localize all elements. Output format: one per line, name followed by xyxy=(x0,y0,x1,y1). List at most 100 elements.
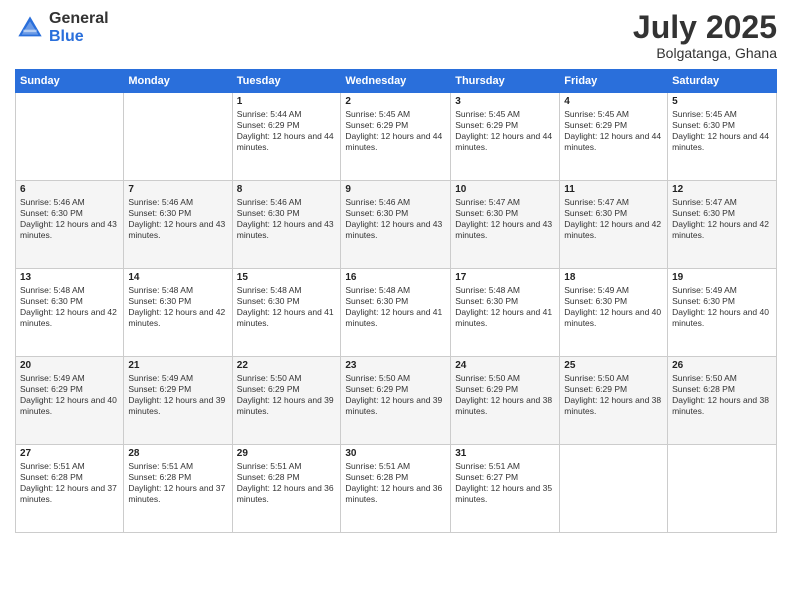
day-number: 7 xyxy=(128,184,227,195)
logo-general-text: General xyxy=(49,10,109,27)
calendar-cell: 18 Sunrise: 5:49 AMSunset: 6:30 PMDaylig… xyxy=(560,269,668,357)
calendar-cell: 13 Sunrise: 5:48 AMSunset: 6:30 PMDaylig… xyxy=(16,269,124,357)
cell-content: 15 Sunrise: 5:48 AMSunset: 6:30 PMDaylig… xyxy=(237,272,337,329)
calendar-cell: 4 Sunrise: 5:45 AMSunset: 6:29 PMDayligh… xyxy=(560,93,668,181)
calendar-cell: 21 Sunrise: 5:49 AMSunset: 6:29 PMDaylig… xyxy=(124,357,232,445)
day-number: 16 xyxy=(345,272,446,283)
cell-info: Sunrise: 5:48 AMSunset: 6:30 PMDaylight:… xyxy=(20,285,119,329)
cell-content: 20 Sunrise: 5:49 AMSunset: 6:29 PMDaylig… xyxy=(20,360,119,417)
cell-content: 5 Sunrise: 5:45 AMSunset: 6:30 PMDayligh… xyxy=(672,96,772,153)
day-number: 1 xyxy=(237,96,337,107)
title-block: July 2025 Bolgatanga, Ghana xyxy=(633,10,777,61)
cell-content: 18 Sunrise: 5:49 AMSunset: 6:30 PMDaylig… xyxy=(564,272,663,329)
day-number: 30 xyxy=(345,448,446,459)
logo: General Blue xyxy=(15,10,109,45)
cell-content: 11 Sunrise: 5:47 AMSunset: 6:30 PMDaylig… xyxy=(564,184,663,241)
day-number: 31 xyxy=(455,448,555,459)
weekday-row: SundayMondayTuesdayWednesdayThursdayFrid… xyxy=(16,70,777,93)
calendar-cell: 17 Sunrise: 5:48 AMSunset: 6:30 PMDaylig… xyxy=(451,269,560,357)
week-row-5: 27 Sunrise: 5:51 AMSunset: 6:28 PMDaylig… xyxy=(16,445,777,533)
header: General Blue July 2025 Bolgatanga, Ghana xyxy=(15,10,777,61)
cell-info: Sunrise: 5:45 AMSunset: 6:29 PMDaylight:… xyxy=(345,109,446,153)
cell-content: 8 Sunrise: 5:46 AMSunset: 6:30 PMDayligh… xyxy=(237,184,337,241)
calendar-cell: 27 Sunrise: 5:51 AMSunset: 6:28 PMDaylig… xyxy=(16,445,124,533)
cell-content: 16 Sunrise: 5:48 AMSunset: 6:30 PMDaylig… xyxy=(345,272,446,329)
cell-content: 1 Sunrise: 5:44 AMSunset: 6:29 PMDayligh… xyxy=(237,96,337,153)
cell-content: 2 Sunrise: 5:45 AMSunset: 6:29 PMDayligh… xyxy=(345,96,446,153)
day-number: 4 xyxy=(564,96,663,107)
day-number: 23 xyxy=(345,360,446,371)
day-number: 26 xyxy=(672,360,772,371)
cell-info: Sunrise: 5:46 AMSunset: 6:30 PMDaylight:… xyxy=(20,197,119,241)
calendar-cell xyxy=(560,445,668,533)
day-number: 18 xyxy=(564,272,663,283)
calendar-cell: 28 Sunrise: 5:51 AMSunset: 6:28 PMDaylig… xyxy=(124,445,232,533)
cell-content: 9 Sunrise: 5:46 AMSunset: 6:30 PMDayligh… xyxy=(345,184,446,241)
day-number: 12 xyxy=(672,184,772,195)
cell-info: Sunrise: 5:46 AMSunset: 6:30 PMDaylight:… xyxy=(237,197,337,241)
cell-info: Sunrise: 5:48 AMSunset: 6:30 PMDaylight:… xyxy=(128,285,227,329)
day-number: 21 xyxy=(128,360,227,371)
cell-content: 6 Sunrise: 5:46 AMSunset: 6:30 PMDayligh… xyxy=(20,184,119,241)
weekday-wednesday: Wednesday xyxy=(341,70,451,93)
cell-info: Sunrise: 5:45 AMSunset: 6:29 PMDaylight:… xyxy=(564,109,663,153)
week-row-1: 1 Sunrise: 5:44 AMSunset: 6:29 PMDayligh… xyxy=(16,93,777,181)
cell-content: 19 Sunrise: 5:49 AMSunset: 6:30 PMDaylig… xyxy=(672,272,772,329)
calendar-cell: 8 Sunrise: 5:46 AMSunset: 6:30 PMDayligh… xyxy=(232,181,341,269)
day-number: 22 xyxy=(237,360,337,371)
cell-info: Sunrise: 5:45 AMSunset: 6:29 PMDaylight:… xyxy=(455,109,555,153)
calendar-cell: 14 Sunrise: 5:48 AMSunset: 6:30 PMDaylig… xyxy=(124,269,232,357)
calendar-cell: 23 Sunrise: 5:50 AMSunset: 6:29 PMDaylig… xyxy=(341,357,451,445)
calendar-cell: 7 Sunrise: 5:46 AMSunset: 6:30 PMDayligh… xyxy=(124,181,232,269)
calendar-cell: 6 Sunrise: 5:46 AMSunset: 6:30 PMDayligh… xyxy=(16,181,124,269)
cell-info: Sunrise: 5:46 AMSunset: 6:30 PMDaylight:… xyxy=(128,197,227,241)
day-number: 9 xyxy=(345,184,446,195)
logo-icon xyxy=(15,13,45,43)
week-row-4: 20 Sunrise: 5:49 AMSunset: 6:29 PMDaylig… xyxy=(16,357,777,445)
day-number: 20 xyxy=(20,360,119,371)
cell-info: Sunrise: 5:50 AMSunset: 6:29 PMDaylight:… xyxy=(564,373,663,417)
cell-content: 13 Sunrise: 5:48 AMSunset: 6:30 PMDaylig… xyxy=(20,272,119,329)
cell-content: 25 Sunrise: 5:50 AMSunset: 6:29 PMDaylig… xyxy=(564,360,663,417)
calendar-cell: 22 Sunrise: 5:50 AMSunset: 6:29 PMDaylig… xyxy=(232,357,341,445)
cell-info: Sunrise: 5:45 AMSunset: 6:30 PMDaylight:… xyxy=(672,109,772,153)
calendar-body: 1 Sunrise: 5:44 AMSunset: 6:29 PMDayligh… xyxy=(16,93,777,533)
day-number: 11 xyxy=(564,184,663,195)
calendar-cell: 11 Sunrise: 5:47 AMSunset: 6:30 PMDaylig… xyxy=(560,181,668,269)
calendar-cell: 26 Sunrise: 5:50 AMSunset: 6:28 PMDaylig… xyxy=(668,357,777,445)
cell-info: Sunrise: 5:50 AMSunset: 6:28 PMDaylight:… xyxy=(672,373,772,417)
cell-content: 14 Sunrise: 5:48 AMSunset: 6:30 PMDaylig… xyxy=(128,272,227,329)
cell-info: Sunrise: 5:49 AMSunset: 6:29 PMDaylight:… xyxy=(20,373,119,417)
calendar-cell: 25 Sunrise: 5:50 AMSunset: 6:29 PMDaylig… xyxy=(560,357,668,445)
weekday-sunday: Sunday xyxy=(16,70,124,93)
cell-content: 12 Sunrise: 5:47 AMSunset: 6:30 PMDaylig… xyxy=(672,184,772,241)
cell-content: 23 Sunrise: 5:50 AMSunset: 6:29 PMDaylig… xyxy=(345,360,446,417)
day-number: 14 xyxy=(128,272,227,283)
calendar-cell: 12 Sunrise: 5:47 AMSunset: 6:30 PMDaylig… xyxy=(668,181,777,269)
calendar-cell: 31 Sunrise: 5:51 AMSunset: 6:27 PMDaylig… xyxy=(451,445,560,533)
calendar-cell: 3 Sunrise: 5:45 AMSunset: 6:29 PMDayligh… xyxy=(451,93,560,181)
cell-info: Sunrise: 5:44 AMSunset: 6:29 PMDaylight:… xyxy=(237,109,337,153)
calendar-cell: 19 Sunrise: 5:49 AMSunset: 6:30 PMDaylig… xyxy=(668,269,777,357)
cell-content: 27 Sunrise: 5:51 AMSunset: 6:28 PMDaylig… xyxy=(20,448,119,505)
week-row-2: 6 Sunrise: 5:46 AMSunset: 6:30 PMDayligh… xyxy=(16,181,777,269)
cell-info: Sunrise: 5:49 AMSunset: 6:30 PMDaylight:… xyxy=(564,285,663,329)
cell-info: Sunrise: 5:49 AMSunset: 6:30 PMDaylight:… xyxy=(672,285,772,329)
day-number: 2 xyxy=(345,96,446,107)
cell-info: Sunrise: 5:51 AMSunset: 6:28 PMDaylight:… xyxy=(345,461,446,505)
day-number: 25 xyxy=(564,360,663,371)
day-number: 3 xyxy=(455,96,555,107)
calendar-cell: 30 Sunrise: 5:51 AMSunset: 6:28 PMDaylig… xyxy=(341,445,451,533)
cell-info: Sunrise: 5:49 AMSunset: 6:29 PMDaylight:… xyxy=(128,373,227,417)
cell-content: 17 Sunrise: 5:48 AMSunset: 6:30 PMDaylig… xyxy=(455,272,555,329)
calendar-cell xyxy=(668,445,777,533)
page: General Blue July 2025 Bolgatanga, Ghana… xyxy=(0,0,792,612)
day-number: 28 xyxy=(128,448,227,459)
day-number: 8 xyxy=(237,184,337,195)
day-number: 29 xyxy=(237,448,337,459)
cell-content: 31 Sunrise: 5:51 AMSunset: 6:27 PMDaylig… xyxy=(455,448,555,505)
cell-content: 4 Sunrise: 5:45 AMSunset: 6:29 PMDayligh… xyxy=(564,96,663,153)
cell-info: Sunrise: 5:51 AMSunset: 6:28 PMDaylight:… xyxy=(128,461,227,505)
week-row-3: 13 Sunrise: 5:48 AMSunset: 6:30 PMDaylig… xyxy=(16,269,777,357)
cell-content: 10 Sunrise: 5:47 AMSunset: 6:30 PMDaylig… xyxy=(455,184,555,241)
